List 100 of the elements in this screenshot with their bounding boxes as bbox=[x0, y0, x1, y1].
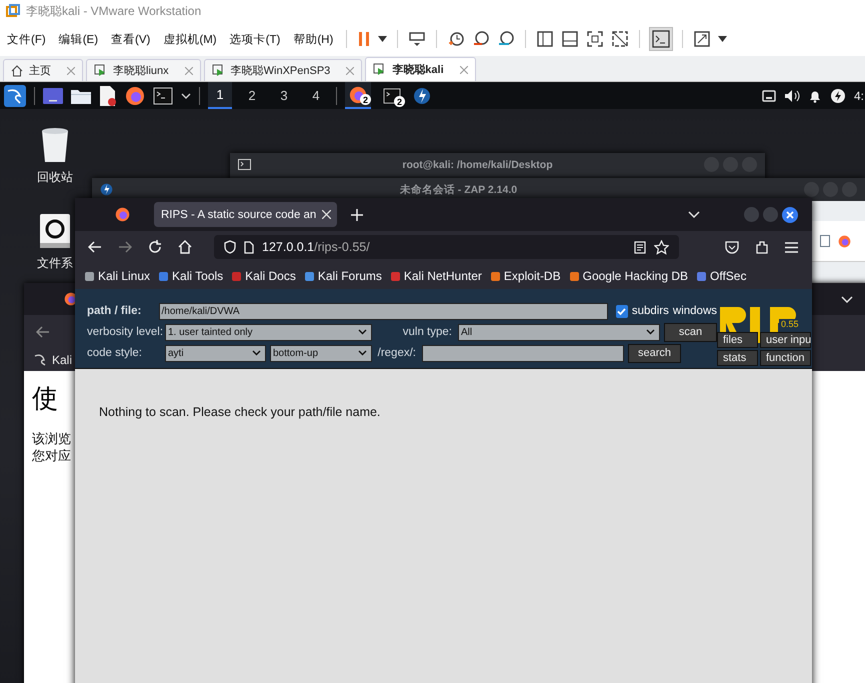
vm-tab[interactable]: 主页 bbox=[3, 59, 83, 81]
vm-icon bbox=[212, 64, 225, 77]
page-text: 该浏览 bbox=[32, 430, 71, 447]
reload-icon[interactable] bbox=[148, 240, 162, 254]
desktop-icon[interactable] bbox=[43, 88, 63, 104]
new-tab-icon[interactable] bbox=[351, 208, 364, 220]
verbosity-label: verbosity level: bbox=[87, 326, 161, 338]
star-icon[interactable] bbox=[654, 240, 669, 254]
pocket-icon[interactable] bbox=[725, 240, 739, 254]
menu-item[interactable]: 查看(V) bbox=[108, 32, 154, 46]
vm-tab[interactable]: 李晓聪kali bbox=[365, 57, 476, 81]
close-button[interactable] bbox=[782, 206, 798, 222]
drive-icon[interactable] bbox=[39, 213, 71, 249]
stretch-icon[interactable] bbox=[693, 30, 712, 48]
send-keys-icon[interactable] bbox=[408, 30, 426, 48]
workspace-button[interactable]: 4 bbox=[304, 82, 328, 109]
pause-icon[interactable] bbox=[357, 31, 372, 47]
bookmark[interactable]: Google Hacking DB bbox=[570, 269, 688, 283]
vm-icon bbox=[94, 64, 107, 77]
order-select[interactable]: bottom-up bbox=[270, 344, 372, 362]
home-icon bbox=[11, 64, 23, 76]
bookmark[interactable]: Kali NetHunter bbox=[390, 269, 482, 283]
firefox-icon[interactable] bbox=[838, 234, 851, 248]
verbosity-select[interactable]: 1. user tainted only bbox=[165, 324, 372, 340]
caret-icon[interactable] bbox=[718, 36, 728, 42]
folder-icon[interactable] bbox=[71, 88, 91, 104]
workspace-button[interactable]: 2 bbox=[240, 82, 264, 109]
menu-icon[interactable] bbox=[785, 242, 798, 252]
firefox-icon[interactable] bbox=[115, 207, 130, 222]
firefox-task[interactable]: 2 bbox=[345, 82, 371, 109]
address-bar[interactable]: 127.0.0.1/rips-0.55/ bbox=[214, 235, 679, 259]
menu-item[interactable]: 选项卡(T) bbox=[226, 32, 284, 46]
page-icon[interactable] bbox=[820, 235, 830, 247]
regex-field[interactable] bbox=[422, 344, 624, 362]
extensions-icon[interactable] bbox=[755, 240, 769, 254]
nav-button[interactable]: user inpu bbox=[760, 332, 811, 348]
bell-icon[interactable] bbox=[808, 88, 822, 102]
menu-item[interactable]: 编辑(E) bbox=[56, 32, 102, 46]
home-icon[interactable] bbox=[178, 240, 192, 254]
menu-item[interactable]: 虚拟机(M) bbox=[160, 32, 220, 46]
menu-item[interactable]: 帮助(H) bbox=[290, 32, 336, 46]
vm-tab[interactable]: 李晓聪WinXPenSP3 bbox=[204, 59, 362, 81]
terminal-icon[interactable] bbox=[153, 86, 173, 104]
trash-icon[interactable] bbox=[40, 127, 70, 163]
kali-menu-icon[interactable] bbox=[4, 84, 26, 106]
snapshot-icon[interactable] bbox=[447, 30, 466, 48]
count-badge: 2 bbox=[394, 96, 405, 107]
nav-button[interactable]: files bbox=[717, 332, 758, 348]
vuln-type-label: vuln type: bbox=[402, 326, 452, 338]
power-icon[interactable] bbox=[830, 88, 846, 104]
bookmark[interactable]: Kali Tools bbox=[159, 269, 224, 283]
path-field[interactable]: /home/kali/DVWA bbox=[158, 302, 608, 320]
bookmark[interactable]: Kali bbox=[52, 353, 72, 367]
chevron-icon[interactable] bbox=[688, 211, 700, 218]
caret-icon[interactable] bbox=[378, 36, 388, 42]
page-icon bbox=[244, 240, 254, 254]
workspace-button[interactable]: 1 bbox=[208, 82, 232, 109]
unity-icon[interactable] bbox=[611, 30, 630, 48]
chevron-icon[interactable] bbox=[841, 296, 853, 302]
workspace-button[interactable]: 3 bbox=[272, 82, 296, 109]
code-style-select[interactable]: ayti bbox=[165, 344, 266, 362]
vmware-logo-icon bbox=[6, 4, 20, 18]
clock: 4: bbox=[854, 88, 864, 102]
vm-tab[interactable]: 李晓聪liunx bbox=[86, 59, 201, 81]
chevron-icon bbox=[358, 350, 367, 356]
bookmark[interactable]: Kali Linux bbox=[85, 269, 150, 283]
bookmark[interactable]: Exploit-DB bbox=[490, 269, 561, 283]
terminal-task[interactable]: 2 bbox=[379, 82, 405, 109]
full-screen-icon[interactable] bbox=[586, 30, 604, 48]
search-button[interactable]: search bbox=[628, 344, 681, 362]
window-title: 未命名会话 - ZAP 2.14.0 bbox=[398, 182, 518, 196]
bookmark[interactable]: Kali Docs bbox=[232, 269, 296, 283]
vm-icon bbox=[373, 63, 386, 76]
nav-button[interactable]: stats bbox=[717, 350, 758, 366]
vuln-type-select[interactable]: All bbox=[458, 324, 660, 340]
forward-icon[interactable] bbox=[118, 241, 132, 253]
desktop-icon-label[interactable]: 文件系 bbox=[37, 255, 73, 272]
nav-button[interactable]: function bbox=[760, 350, 811, 366]
count-badge: 2 bbox=[360, 94, 371, 105]
bookmark[interactable]: OffSec bbox=[697, 269, 746, 283]
text-editor-icon[interactable] bbox=[99, 86, 117, 106]
url-text: 127.0.0.1/rips-0.55/ bbox=[262, 240, 370, 254]
sidebar-icon[interactable] bbox=[536, 30, 554, 48]
desktop-icon-label[interactable]: 回收站 bbox=[37, 169, 73, 186]
subdirs-checkbox[interactable] bbox=[616, 304, 628, 318]
menu-item[interactable]: 文件(F) bbox=[4, 32, 49, 46]
shield-icon[interactable] bbox=[224, 240, 236, 254]
page-heading: 使 bbox=[32, 382, 58, 415]
console-icon[interactable] bbox=[650, 28, 672, 50]
terminal-icon bbox=[238, 159, 251, 170]
zap-icon[interactable] bbox=[413, 86, 431, 104]
thumbnail-bar-icon[interactable] bbox=[561, 30, 580, 48]
bookmark[interactable]: Kali Forums bbox=[304, 269, 382, 283]
network-icon[interactable] bbox=[762, 90, 776, 102]
volume-icon[interactable] bbox=[784, 88, 800, 102]
reader-view-icon[interactable] bbox=[634, 240, 646, 254]
firefox-icon[interactable] bbox=[125, 86, 145, 106]
scan-button[interactable]: scan bbox=[664, 322, 717, 342]
browser-tab[interactable]: RIPS - A static source code an bbox=[154, 202, 338, 227]
chevron-icon[interactable] bbox=[181, 92, 191, 98]
